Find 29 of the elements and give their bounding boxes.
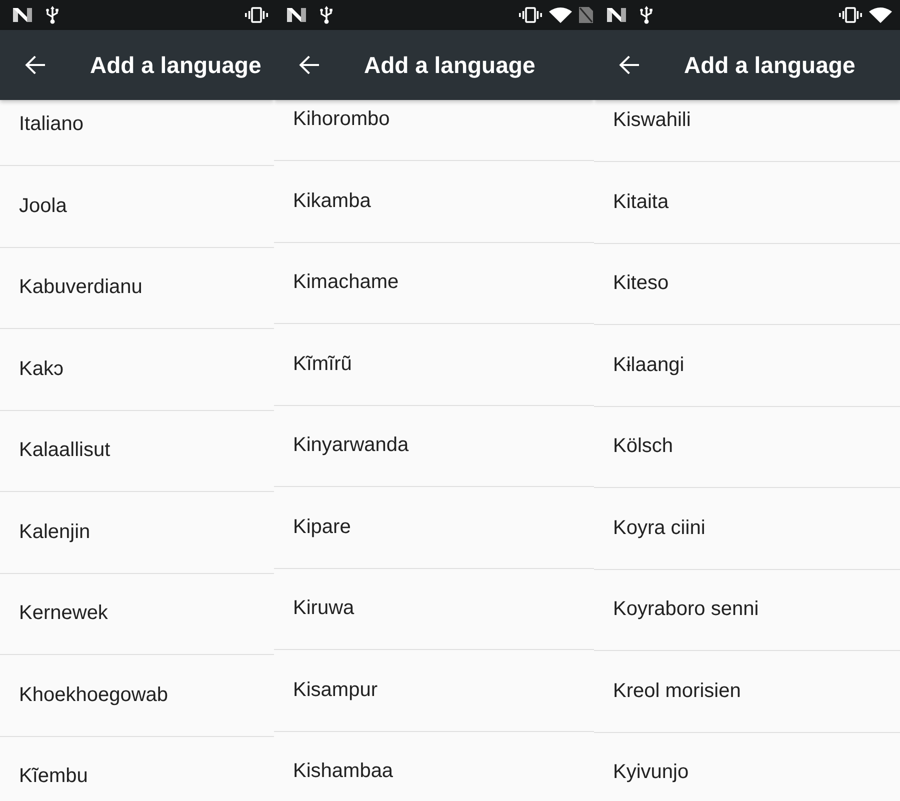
logo-icon [287, 8, 306, 22]
wifi-icon [869, 7, 892, 23]
usb-icon [640, 6, 653, 24]
vibrate-icon [839, 7, 862, 23]
language-item[interactable]: Kiswahili [594, 100, 900, 162]
toolbar-title: Add a language [364, 52, 536, 78]
language-item[interactable]: Kɨlaangi [594, 325, 900, 406]
language-item[interactable]: Kitaita [594, 162, 900, 244]
vibrate-icon [245, 7, 268, 23]
vibrate-icon [519, 7, 542, 23]
language-item[interactable]: Kiteso [594, 244, 900, 325]
wifi-icon [549, 7, 572, 23]
language-item[interactable]: Kishambaa [274, 732, 594, 801]
language-item[interactable]: Koyra ciini [594, 488, 900, 570]
logo-icon [607, 8, 626, 22]
toolbar-title: Add a language [684, 52, 856, 78]
logo-icon [13, 8, 32, 22]
back-arrow-icon [25, 56, 45, 74]
back-arrow-icon [619, 56, 639, 74]
language-item[interactable]: Kölsch [594, 406, 900, 488]
language-item[interactable]: Koyraboro senni [594, 570, 900, 651]
language-item[interactable]: Kyivunjo [594, 732, 900, 801]
toolbar-title: Add a language [90, 52, 262, 78]
no-sim-icon [579, 7, 593, 23]
back-arrow-icon [299, 56, 319, 74]
usb-icon [46, 6, 59, 24]
language-item[interactable]: Kreol morisien [594, 651, 900, 732]
language-item[interactable]: Kĩembu [0, 736, 274, 801]
usb-icon [320, 6, 333, 24]
